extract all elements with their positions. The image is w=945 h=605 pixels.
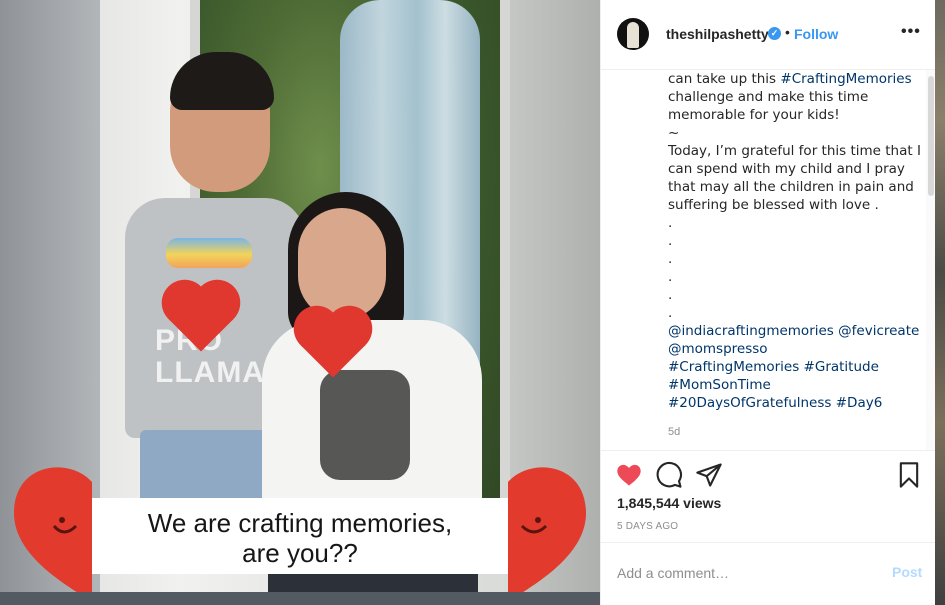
caption-text: . <box>668 305 673 321</box>
caption-line: @indiacraftingmemories @fevicreate <box>668 322 919 340</box>
caption-line: . <box>668 214 913 232</box>
overlay-line-1: We are crafting memories, <box>147 508 453 538</box>
username-link[interactable]: theshilpashetty <box>666 26 769 42</box>
caption-text: Today, I’m grateful for this time that I <box>668 143 921 159</box>
hashtag-link[interactable]: @fevicreate <box>838 323 919 339</box>
caption-text: . <box>668 233 673 249</box>
sunglasses-print <box>166 238 252 268</box>
hashtag-link[interactable]: #Day6 <box>836 395 883 411</box>
hashtag-link[interactable]: #Gratitude <box>804 359 879 375</box>
caption-line: can spend with my child and I pray <box>668 160 913 178</box>
woman-face <box>298 208 386 320</box>
follow-button[interactable]: Follow <box>794 26 838 42</box>
caption-line: . <box>668 250 913 268</box>
smiley-heart-left-icon <box>13 467 92 602</box>
caption-text: . <box>668 287 673 303</box>
caption-line: that may all the children in pain and <box>668 178 914 196</box>
caption-area[interactable]: can take up this #CraftingMemories challe… <box>601 70 936 450</box>
caption-line: suffering be blessed with love . <box>668 196 913 214</box>
hashtag-link[interactable]: #CraftingMemories <box>668 359 799 375</box>
bookmark-icon[interactable] <box>895 461 923 489</box>
post-comment-button[interactable]: Post <box>892 564 922 580</box>
caption-text: suffering be blessed with love . <box>668 197 879 213</box>
caption-text: . <box>668 269 673 285</box>
comment-input[interactable] <box>617 563 867 583</box>
post-header: theshilpashetty ✓ • Follow ••• <box>601 0 936 70</box>
feed-background-strip <box>0 592 600 605</box>
scrollbar-thumb[interactable] <box>928 76 934 196</box>
video-text-overlay: We are crafting memories, are you?? <box>92 498 508 574</box>
caption-text: can spend with my child and I pray <box>668 161 905 177</box>
caption-text: that may all the children in pain and <box>668 179 914 195</box>
caption-line: . <box>668 232 913 250</box>
comment-form: Post <box>601 542 936 605</box>
caption-text: ~ <box>668 125 680 141</box>
hashtag-link[interactable]: #20DaysOfGratefulness <box>668 395 831 411</box>
caption-line: #MomSonTime <box>668 376 913 394</box>
post-side-panel: theshilpashetty ✓ • Follow ••• can take … <box>600 0 936 605</box>
feed-background <box>935 0 945 605</box>
caption-line: challenge and make this time <box>668 88 913 106</box>
time-ago[interactable]: 5d <box>668 426 680 438</box>
caption-line: memorable for your kids! <box>668 106 913 124</box>
woman-shirt-print <box>320 370 410 480</box>
caption-line: . <box>668 286 913 304</box>
caption-text: can take up this <box>668 71 781 87</box>
action-bar: 1,845,544 views 5 DAYS AGO <box>601 450 936 542</box>
hashtag-link[interactable]: @indiacraftingmemories <box>668 323 834 339</box>
caption-line: Today, I’m grateful for this time that I <box>668 142 921 160</box>
caption-text: . <box>668 251 673 267</box>
verified-icon: ✓ <box>768 27 781 40</box>
caption-line: @momspresso <box>668 340 913 358</box>
view-count[interactable]: 1,845,544 views <box>617 495 721 511</box>
smiley-heart-right-icon <box>508 467 587 602</box>
post-video[interactable]: PRO LLAMA We are crafting memories, are … <box>0 0 600 605</box>
caption-line: can take up this #CraftingMemories <box>668 70 913 88</box>
caption-line: #CraftingMemories #Gratitude <box>668 358 913 376</box>
share-icon[interactable] <box>695 461 723 489</box>
caption-text: challenge and make this time <box>668 89 869 105</box>
overlay-line-2: are you?? <box>242 538 358 568</box>
hashtag-link[interactable]: #CraftingMemories <box>780 71 911 87</box>
caption-line: . <box>668 268 913 286</box>
hashtag-link[interactable]: #MomSonTime <box>668 377 771 393</box>
separator-dot: • <box>785 24 790 40</box>
hashtag-link[interactable]: @momspresso <box>668 341 768 357</box>
post-date[interactable]: 5 DAYS AGO <box>617 521 678 532</box>
comment-icon[interactable] <box>655 461 683 489</box>
avatar[interactable] <box>617 18 649 50</box>
more-options-icon[interactable]: ••• <box>901 23 921 41</box>
caption-line: #20DaysOfGratefulness #Day6 <box>668 394 913 412</box>
post-caption: can take up this #CraftingMemories challe… <box>668 70 921 412</box>
caption-line: . <box>668 304 913 322</box>
heart-icon[interactable] <box>615 461 643 489</box>
caption-text: memorable for your kids! <box>668 107 840 123</box>
caption-text: . <box>668 215 673 231</box>
caption-line: ~ <box>668 124 913 142</box>
